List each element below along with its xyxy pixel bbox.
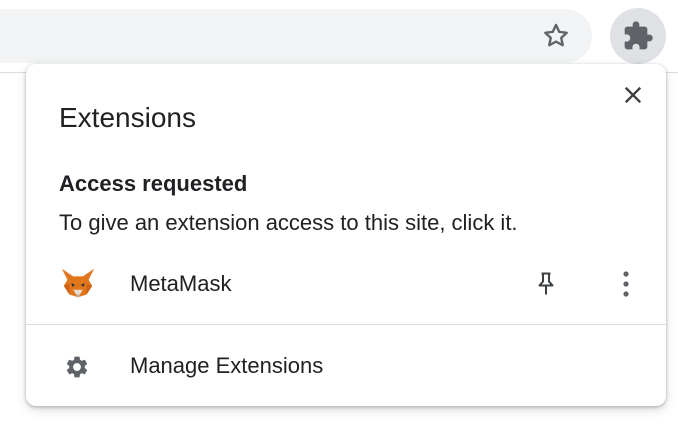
omnibox[interactable]: [0, 9, 592, 63]
gear-icon: [66, 356, 88, 378]
metamask-fox-icon: [61, 268, 95, 298]
extensions-button[interactable]: [610, 8, 666, 64]
manage-extensions-label: Manage Extensions: [130, 353, 324, 378]
puzzle-icon: [624, 21, 653, 50]
pin-icon: [538, 272, 554, 295]
bookmark-star-button[interactable]: [538, 18, 574, 54]
access-requested-heading: Access requested: [59, 171, 248, 196]
pin-extension-button[interactable]: [528, 266, 564, 302]
extension-item-metamask[interactable]: MetaMask: [26, 260, 666, 308]
extension-name: MetaMask: [130, 271, 232, 296]
star-outline-icon: [544, 23, 568, 47]
popup-title: Extensions: [59, 102, 196, 133]
extensions-popup: Extensions Access requested To give an e…: [26, 64, 666, 406]
close-icon: [624, 86, 642, 104]
close-button[interactable]: [618, 80, 648, 110]
browser-toolbar: [0, 0, 678, 73]
manage-extensions-item[interactable]: Manage Extensions: [26, 342, 666, 390]
popup-divider: [26, 324, 666, 325]
extension-menu-button[interactable]: [608, 266, 644, 302]
access-requested-description: To give an extension access to this site…: [59, 210, 518, 235]
more-vertical-icon: [623, 271, 629, 297]
